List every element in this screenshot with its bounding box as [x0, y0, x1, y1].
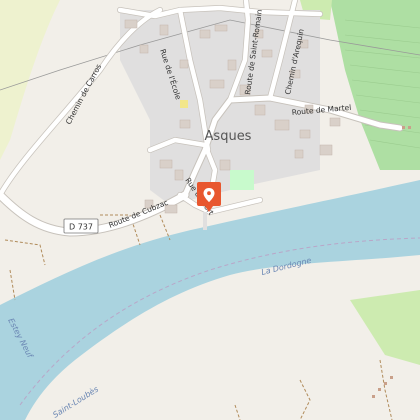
pier: [203, 212, 207, 230]
town-label: Asques: [205, 129, 252, 144]
school-building: [180, 100, 188, 108]
road-badge-text: D 737: [69, 223, 93, 232]
road-badge: D 737: [63, 218, 99, 234]
map-svg[interactable]: Asques Route de Cubzac Rue de l'École Ro…: [0, 0, 420, 420]
map-canvas[interactable]: Asques Route de Cubzac Rue de l'École Ro…: [0, 0, 420, 420]
park-area: [230, 170, 254, 190]
